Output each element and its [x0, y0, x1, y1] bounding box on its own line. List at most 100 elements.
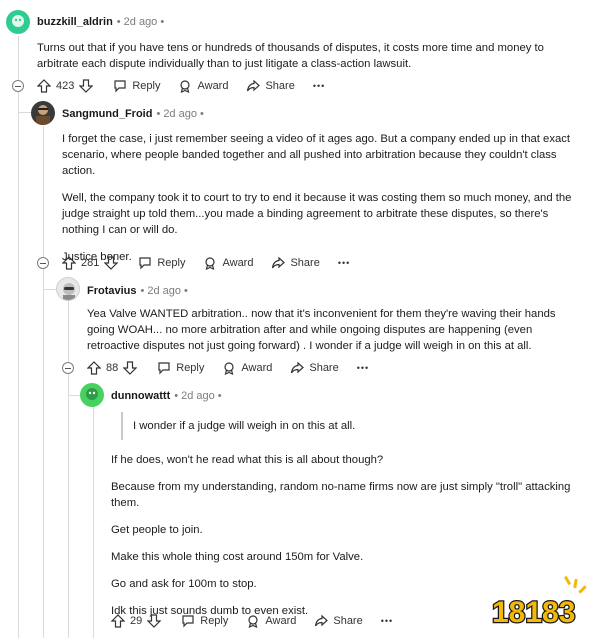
vote-group: 29 — [111, 614, 162, 628]
comment-body: I forget the case, i just remember seein… — [62, 131, 580, 265]
more-options-button[interactable]: ••• — [381, 616, 393, 626]
more-options-button[interactable]: ••• — [357, 363, 369, 373]
reply-button[interactable]: Reply — [181, 614, 228, 628]
upvote-icon[interactable] — [87, 361, 101, 375]
avatar[interactable] — [80, 383, 104, 407]
separator-dot: • — [199, 108, 204, 120]
upvote-icon[interactable] — [62, 256, 76, 270]
username[interactable]: Sangmund_Froid — [62, 108, 152, 120]
comment-paragraph: If he does, won't he read what this is a… — [111, 454, 384, 466]
vote-count: 423 — [56, 80, 75, 92]
comment-meta: Frotavius • 2d ago • — [87, 285, 188, 297]
comment-meta: Sangmund_Froid • 2d ago • — [62, 108, 204, 120]
timestamp[interactable]: 2d ago — [181, 390, 215, 402]
comment-paragraph: I forget the case, i just remember seein… — [62, 133, 571, 177]
more-icon: ••• — [356, 363, 370, 373]
reply-button[interactable]: Reply — [113, 79, 160, 93]
more-options-button[interactable]: ••• — [313, 81, 325, 91]
award-label: Award — [265, 615, 297, 627]
separator-dot: • — [174, 390, 179, 402]
sparkle-icon — [563, 575, 587, 594]
more-options-button[interactable]: ••• — [338, 258, 350, 268]
thread-branch — [18, 112, 31, 113]
award-button[interactable]: Award — [178, 79, 228, 93]
watermark-text: 18183 — [492, 596, 575, 629]
reply-button[interactable]: Reply — [157, 361, 204, 375]
vote-count: 88 — [106, 362, 119, 374]
vote-count: 29 — [130, 615, 143, 627]
reply-icon — [158, 362, 170, 375]
vote-count: 281 — [81, 257, 100, 269]
award-button[interactable]: Award — [246, 614, 296, 628]
share-label: Share — [290, 257, 320, 269]
award-icon — [248, 615, 258, 628]
comment-paragraph: Get people to join. — [111, 524, 203, 536]
more-icon: ••• — [337, 258, 351, 268]
collapse-thread-button[interactable] — [62, 362, 74, 374]
comment-actions: 29 Reply Award Share ••• — [111, 611, 411, 631]
upvote-icon[interactable] — [111, 614, 125, 628]
award-icon — [180, 80, 191, 93]
comment-meta: dunnowattt • 2d ago • — [111, 390, 222, 402]
comment-paragraph: Well, the company took it to court to tr… — [62, 192, 572, 236]
award-icon — [224, 362, 234, 375]
separator-dot: • — [217, 390, 222, 402]
timestamp[interactable]: 2d ago — [163, 108, 197, 120]
share-icon — [291, 361, 305, 374]
separator-dot: • — [116, 16, 121, 28]
downvote-icon[interactable] — [79, 79, 94, 93]
downvote-icon[interactable] — [123, 361, 138, 375]
separator-dot: • — [156, 108, 161, 120]
award-label: Award — [222, 257, 254, 269]
separator-dot: • — [140, 285, 145, 297]
thread-branch — [68, 395, 80, 396]
award-button[interactable]: Award — [203, 256, 253, 270]
share-label: Share — [333, 615, 363, 627]
downvote-icon[interactable] — [104, 256, 119, 270]
collapse-thread-button[interactable] — [37, 257, 49, 269]
comment-actions: 281 Reply Award Share ••• — [62, 253, 368, 273]
separator-dot: • — [160, 16, 165, 28]
comment-paragraph: Because from my understanding, random no… — [111, 481, 571, 509]
award-button[interactable]: Award — [222, 361, 272, 375]
reply-button[interactable]: Reply — [138, 256, 185, 270]
reply-label: Reply — [176, 362, 205, 374]
award-icon — [205, 257, 216, 270]
comment-body: Turns out that if you have tens or hundr… — [37, 40, 577, 72]
avatar[interactable] — [56, 277, 80, 301]
thread-branch — [43, 289, 56, 290]
separator-dot: • — [184, 285, 188, 297]
reply-icon — [114, 80, 126, 93]
share-button[interactable]: Share — [290, 361, 339, 375]
comment-paragraph: Turns out that if you have tens or hundr… — [37, 42, 544, 70]
collapse-thread-button[interactable] — [12, 80, 24, 92]
timestamp[interactable]: 2d ago — [124, 16, 158, 28]
comment-actions: 88 Reply Award Share ••• — [87, 358, 387, 378]
thread-line-root — [18, 36, 19, 638]
thread-line-level2 — [68, 300, 69, 638]
reply-label: Reply — [200, 615, 229, 627]
vote-group: 281 — [62, 256, 119, 270]
quoted-text: I wonder if a judge will weigh in on thi… — [121, 412, 355, 440]
share-label: Share — [265, 80, 295, 92]
vote-group: 423 — [37, 79, 94, 93]
share-button[interactable]: Share — [314, 614, 363, 628]
comment-paragraph: Yea Valve WANTED arbitration.. now that … — [87, 308, 556, 352]
share-icon — [247, 79, 261, 92]
username[interactable]: Frotavius — [87, 285, 137, 297]
downvote-icon[interactable] — [147, 614, 162, 628]
avatar[interactable] — [6, 10, 30, 34]
upvote-icon[interactable] — [37, 79, 51, 93]
timestamp[interactable]: 2d ago — [147, 285, 181, 297]
avatar[interactable] — [31, 101, 55, 125]
username[interactable]: dunnowattt — [111, 390, 170, 402]
comment-body: Yea Valve WANTED arbitration.. now that … — [87, 306, 582, 354]
award-label: Award — [241, 362, 273, 374]
username[interactable]: buzzkill_aldrin — [37, 16, 113, 28]
share-button[interactable]: Share — [271, 256, 320, 270]
reply-label: Reply — [132, 80, 161, 92]
share-button[interactable]: Share — [246, 79, 295, 93]
reply-icon — [139, 257, 151, 270]
more-icon: ••• — [312, 81, 326, 91]
watermark-logo: 18183 — [488, 570, 596, 630]
